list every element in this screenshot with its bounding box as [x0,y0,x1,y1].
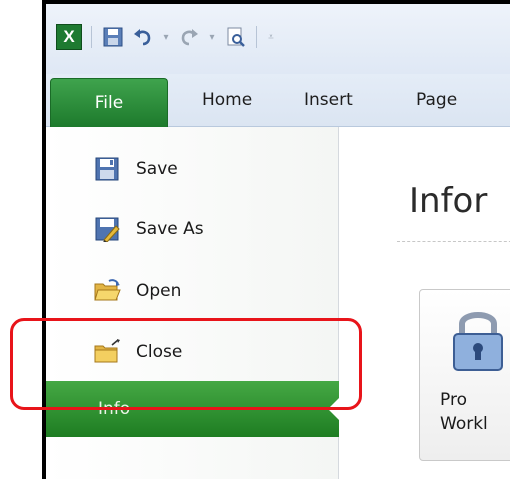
quick-access-toolbar: X ▾ ▾ ⩡ [42,4,510,74]
open-folder-icon [92,276,122,306]
annotation-highlight [10,318,362,410]
tab-home[interactable]: Home [202,74,252,126]
customize-icon[interactable]: ⩡ [266,25,276,49]
tab-file[interactable]: File [50,78,168,127]
window-frame-top [42,0,510,4]
page-title: Infor [409,181,488,221]
undo-dropdown-icon[interactable]: ▾ [161,25,171,49]
backstage-menu: Save Save As Open Close Info [46,127,342,479]
undo-icon[interactable] [131,25,155,49]
protect-workbook-button[interactable]: Pro Workl [419,289,510,461]
tab-page-layout[interactable]: Page [416,74,457,126]
toolbar-separator [91,26,92,48]
menu-item-save-as[interactable]: Save As [92,211,204,247]
backstage-content: Infor Pro Workl [339,127,510,479]
tab-insert[interactable]: Insert [304,74,353,126]
protect-workbook-label: Pro Workl [440,390,488,434]
menu-item-label: Save [136,159,178,179]
menu-item-label: Open [136,281,182,301]
ribbon-tabs: File Home Insert Page [42,74,510,127]
excel-app-icon[interactable]: X [56,24,82,50]
toolbar-separator [256,26,257,48]
lock-icon [448,304,508,378]
redo-icon[interactable] [177,25,201,49]
save-icon [92,154,122,184]
menu-item-label: Save As [136,219,204,239]
save-as-icon [92,214,122,244]
redo-dropdown-icon[interactable]: ▾ [207,25,217,49]
menu-item-open[interactable]: Open [92,273,181,309]
save-icon[interactable] [101,25,125,49]
print-preview-icon[interactable] [223,25,247,49]
menu-item-save[interactable]: Save [92,151,178,187]
title-divider [397,241,510,242]
